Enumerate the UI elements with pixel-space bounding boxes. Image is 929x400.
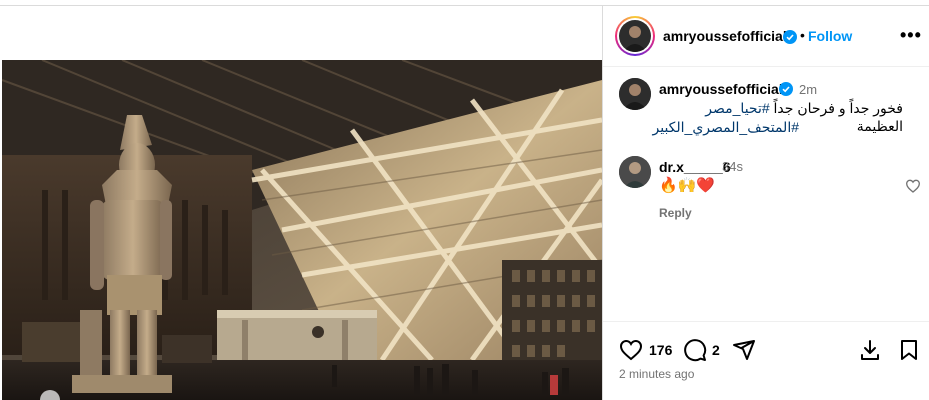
likes-count: 176	[649, 342, 673, 358]
more-options-icon[interactable]: •••	[900, 26, 922, 44]
follow-button[interactable]: Follow	[808, 28, 852, 44]
caption-author[interactable]: amryoussefofficial	[659, 81, 783, 97]
comment-like-icon[interactable]	[905, 178, 921, 194]
hashtag-link[interactable]: #تحيا_مصر	[705, 100, 769, 116]
bookmark-icon[interactable]	[897, 338, 921, 362]
reply-button[interactable]: Reply	[659, 206, 692, 220]
commenter-username[interactable]: dr.x_____6	[659, 159, 731, 175]
caption-word: العظيمة	[856, 118, 903, 134]
heart-icon[interactable]	[619, 338, 643, 362]
caption-time: 2m	[799, 82, 818, 97]
comments-count: 2	[712, 342, 720, 358]
author-username[interactable]: amryoussefofficial	[663, 28, 787, 44]
hashtag-link[interactable]: #المتحف_المصري_الكبير	[653, 119, 800, 135]
caption-line-2: #المتحف_المصري_الكبير	[653, 118, 800, 136]
author-avatar[interactable]	[615, 16, 655, 56]
post-image[interactable]	[2, 60, 602, 400]
commenter-avatar[interactable]	[619, 156, 651, 188]
separator-dot: •	[800, 27, 805, 43]
post-sidebar: amryoussefofficial • Follow ••• amryouss…	[602, 6, 929, 400]
post-timestamp: 2 minutes ago	[619, 367, 695, 381]
share-icon[interactable]	[732, 338, 756, 362]
verified-badge-icon	[783, 30, 797, 44]
post-header: amryoussefofficial • Follow •••	[603, 6, 929, 67]
comment-time: 34s	[722, 159, 743, 174]
caption-avatar[interactable]	[619, 78, 651, 110]
verified-badge-icon	[779, 82, 793, 96]
museum-photo	[2, 60, 602, 400]
caption-text: فخور جداً و فرحان جداً	[773, 100, 903, 116]
comment-text: 🔥🙌❤️	[659, 176, 716, 194]
download-icon[interactable]	[858, 338, 882, 362]
comment-icon[interactable]	[683, 338, 707, 362]
action-bar: 176 2	[603, 321, 929, 400]
instagram-post-view: amryoussefofficial • Follow ••• amryouss…	[0, 0, 929, 400]
